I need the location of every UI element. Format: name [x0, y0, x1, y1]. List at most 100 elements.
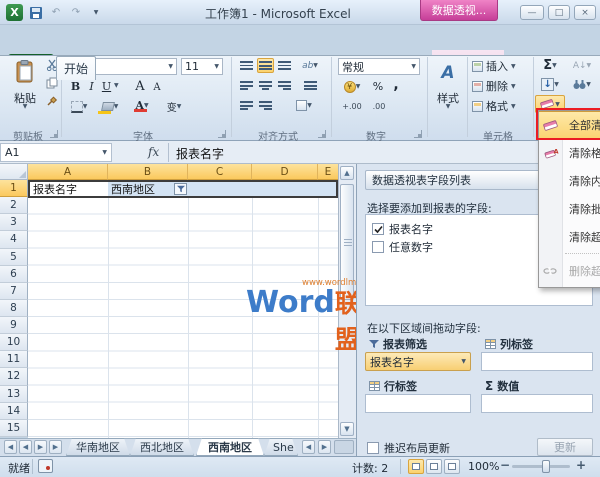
styles-dropdown[interactable]: ▼ [430, 103, 466, 110]
fill-button[interactable]: ↓▼ [536, 76, 564, 93]
horizontal-scrollbar[interactable] [334, 440, 354, 454]
row-header[interactable]: 9 [0, 317, 28, 334]
shrink-font-button[interactable]: A [150, 80, 164, 94]
column-header-d[interactable]: D [252, 164, 318, 180]
paste-button[interactable] [10, 58, 40, 86]
sheet-tab-huanan[interactable]: 华南地区 [66, 438, 130, 456]
save-button[interactable] [28, 5, 44, 20]
menu-item-clear-all[interactable]: 全部清除 [539, 111, 600, 139]
worksheet-grid[interactable] [28, 180, 338, 438]
cell-b1[interactable]: 西南地区 [108, 182, 188, 196]
paste-dropdown[interactable]: ▼ [6, 103, 44, 110]
formula-content[interactable]: 报表名字 [176, 145, 224, 162]
scroll-down-button[interactable]: ▼ [340, 422, 354, 436]
row-header[interactable]: 2 [0, 197, 28, 214]
zoom-slider-track[interactable] [512, 465, 570, 468]
format-painter-button[interactable] [44, 94, 60, 108]
defer-layout-update[interactable]: 推迟布局更新 [367, 440, 450, 456]
font-color-button[interactable]: A▼ [130, 97, 154, 114]
last-sheet-button[interactable]: ▶ [49, 440, 62, 454]
italic-button[interactable]: I [85, 79, 98, 94]
sheet-tab-xinan-active[interactable]: 西南地区 [196, 438, 264, 456]
cell-a1[interactable]: 报表名字 [30, 182, 108, 196]
font-dialog-launcher[interactable] [218, 130, 226, 138]
row-header[interactable]: 11 [0, 351, 28, 368]
delete-cells-button[interactable]: 删除▼ [472, 78, 528, 94]
macro-record-button[interactable] [38, 459, 53, 473]
row-header[interactable]: 13 [0, 386, 28, 403]
align-top-button[interactable] [238, 58, 255, 73]
select-all-corner[interactable] [0, 164, 28, 180]
align-bottom-button[interactable] [276, 58, 293, 73]
column-labels-box[interactable] [481, 352, 593, 371]
align-middle-button[interactable] [257, 58, 274, 73]
prev-sheet-button[interactable]: ◀ [19, 440, 32, 454]
qat-customize-button[interactable]: ▼ [88, 5, 104, 20]
row-header[interactable]: 6 [0, 266, 28, 283]
close-button[interactable]: × [574, 5, 596, 20]
row-header[interactable]: 10 [0, 334, 28, 351]
column-header-e[interactable]: E [318, 164, 338, 180]
format-cells-button[interactable]: 格式▼ [472, 98, 528, 114]
column-header-c[interactable]: C [188, 164, 252, 180]
grow-font-button[interactable]: A [132, 78, 148, 94]
accounting-format-button[interactable]: ¥▼ [340, 79, 364, 94]
zoom-slider-thumb[interactable] [542, 460, 550, 473]
menu-item-clear-comments[interactable]: 清除批注 [539, 195, 600, 223]
menu-item-clear-hyperlinks[interactable]: 清除超链接 [539, 223, 600, 251]
tab-home[interactable]: 开始 [56, 56, 96, 80]
number-dialog-launcher[interactable] [414, 130, 422, 138]
update-button[interactable]: 更新 [537, 438, 593, 456]
checkbox-unchecked[interactable] [372, 241, 384, 253]
insert-function-button[interactable]: fx [148, 145, 159, 159]
comma-style-button[interactable]: , [390, 77, 402, 92]
normal-view-button[interactable] [408, 459, 424, 474]
clipboard-dialog-launcher[interactable] [50, 130, 58, 138]
redo-button[interactable]: ↷ [68, 5, 84, 20]
values-box[interactable] [481, 394, 593, 413]
row-header[interactable]: 8 [0, 300, 28, 317]
zoom-in-button[interactable]: + [576, 458, 586, 472]
field-item[interactable]: 报表名字 [372, 221, 433, 237]
scroll-up-button[interactable]: ▲ [340, 166, 354, 180]
increase-decimal-button[interactable]: +.00 [340, 99, 364, 113]
undo-button[interactable]: ↶ [48, 5, 64, 20]
sheet-tab-xibei[interactable]: 西北地区 [130, 438, 194, 456]
percent-style-button[interactable]: % [370, 79, 386, 94]
font-size-combo[interactable]: 11▼ [181, 58, 223, 75]
minimize-button[interactable]: — [520, 5, 544, 20]
zoom-level[interactable]: 100% [468, 460, 499, 473]
underline-button[interactable]: U [100, 79, 113, 94]
increase-indent-button[interactable] [257, 98, 274, 113]
number-format-combo[interactable]: 常规▼ [338, 58, 420, 75]
row-header[interactable]: 7 [0, 283, 28, 300]
row-header[interactable]: 5 [0, 249, 28, 266]
row-header[interactable]: 12 [0, 368, 28, 385]
vertical-scroll-thumb[interactable] [340, 184, 354, 300]
first-sheet-button[interactable]: ◀ [4, 440, 17, 454]
page-break-view-button[interactable] [444, 459, 460, 474]
tab-scroll-left-button[interactable]: ◀ [302, 440, 315, 454]
menu-item-clear-contents[interactable]: 清除内容 [539, 167, 600, 195]
excel-app-icon[interactable]: X [6, 4, 23, 21]
checkbox-unchecked[interactable] [367, 442, 379, 454]
restore-button[interactable]: □ [548, 5, 570, 20]
sort-filter-button[interactable]: A↓▼ [568, 57, 596, 74]
row-header[interactable]: 3 [0, 214, 28, 231]
autosum-button[interactable]: Σ▼ [536, 57, 564, 74]
merge-center-button[interactable]: ▼ [288, 98, 320, 113]
wrap-text-button[interactable] [300, 78, 320, 93]
underline-dropdown[interactable]: ▼ [114, 82, 119, 89]
column-header-a[interactable]: A [28, 164, 108, 180]
align-right-button[interactable] [276, 78, 293, 93]
tab-scroll-right-button[interactable]: ▶ [318, 440, 331, 454]
menu-item-clear-formats[interactable]: A 清除格式 [539, 139, 600, 167]
row-labels-box[interactable] [365, 394, 471, 413]
next-sheet-button[interactable]: ▶ [34, 440, 47, 454]
alignment-dialog-launcher[interactable] [318, 130, 326, 138]
find-select-button[interactable]: ▼ [568, 76, 596, 93]
row-header[interactable]: 14 [0, 403, 28, 420]
insert-cells-button[interactable]: 插入▼ [472, 58, 528, 74]
styles-button[interactable]: A [434, 58, 462, 88]
checkbox-checked[interactable] [372, 223, 384, 235]
